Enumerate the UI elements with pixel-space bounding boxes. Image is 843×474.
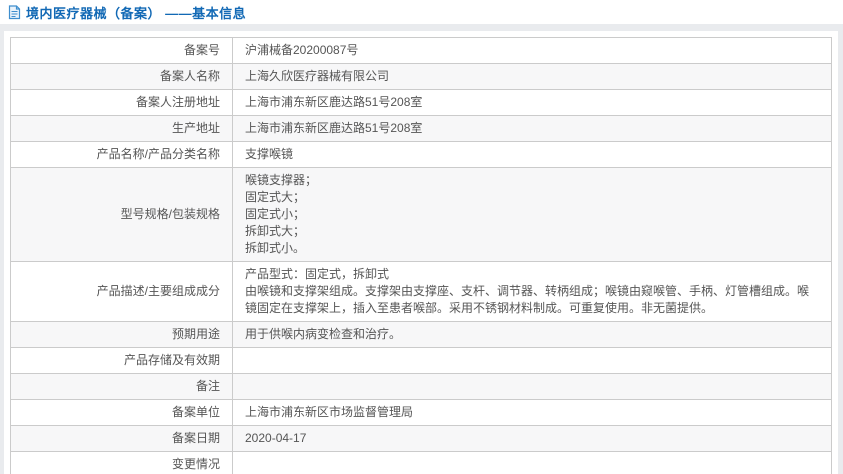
row-label: 型号规格/包装规格 [10, 167, 233, 262]
row-label: 产品描述/主要组成成分 [10, 261, 233, 322]
row-label: 备案号 [10, 37, 233, 64]
row-value: 上海久欣医疗器械有限公司 [232, 63, 832, 90]
row-value: 上海市浦东新区鹿达路51号208室 [232, 115, 832, 142]
row-value [232, 451, 832, 474]
row-value: 上海市浦东新区市场监督管理局 [232, 399, 832, 426]
title-bar: 境内医疗器械（备案） ——基本信息 [0, 0, 843, 24]
row-value [232, 373, 832, 400]
row-value: 用于供喉内病变检查和治疗。 [232, 321, 832, 348]
row-label: 备案单位 [10, 399, 233, 426]
filing-table-body: 备案号 沪浦械备20200087号 备案人名称 上海久欣医疗器械有限公司 备案人注册地址… [10, 37, 832, 474]
row-label: 备案日期 [10, 425, 233, 452]
row-label: 备注 [10, 373, 233, 400]
table-row: 产品存储及有效期 [10, 347, 832, 374]
table-row: 备案日期 2020-04-17 [10, 425, 832, 452]
row-label: 备案人名称 [10, 63, 233, 90]
table-row: 生产地址 上海市浦东新区鹿达路51号208室 [10, 115, 832, 142]
table-row: 产品名称/产品分类名称 支撑喉镜 [10, 141, 832, 168]
row-label: 产品存储及有效期 [10, 347, 233, 374]
filing-info-table: 备案号 沪浦械备20200087号 备案人名称 上海久欣医疗器械有限公司 备案人注册地址… [10, 37, 832, 474]
table-row: 预期用途 用于供喉内病变检查和治疗。 [10, 321, 832, 348]
table-row: 备案人注册地址 上海市浦东新区鹿达路51号208室 [10, 89, 832, 116]
document-icon [8, 5, 21, 20]
row-value: 2020-04-17 [232, 425, 832, 452]
row-label: 备案人注册地址 [10, 89, 233, 116]
row-value: 喉镜支撑器； 固定式大； 固定式小； 拆卸式大； 拆卸式小。 [232, 167, 832, 262]
content-panel: 备案号 沪浦械备20200087号 备案人名称 上海久欣医疗器械有限公司 备案人注册地址… [4, 31, 838, 474]
row-value: 沪浦械备20200087号 [232, 37, 832, 64]
table-row: 备案号 沪浦械备20200087号 [10, 37, 832, 64]
row-label: 预期用途 [10, 321, 233, 348]
page-title: 境内医疗器械（备案） ——基本信息 [26, 6, 247, 21]
row-label: 生产地址 [10, 115, 233, 142]
row-value: 产品型式：固定式，拆卸式 由喉镜和支撑架组成。支撑架由支撑座、支杆、调节器、转柄组… [232, 261, 832, 322]
table-row: 备注 [10, 373, 832, 400]
row-label: 产品名称/产品分类名称 [10, 141, 233, 168]
table-row: 备案单位 上海市浦东新区市场监督管理局 [10, 399, 832, 426]
table-row: 产品描述/主要组成成分 产品型式：固定式，拆卸式 由喉镜和支撑架组成。支撑架由支撑座… [10, 261, 832, 322]
row-value [232, 347, 832, 374]
row-value: 支撑喉镜 [232, 141, 832, 168]
table-row: 变更情况 [10, 451, 832, 474]
row-value: 上海市浦东新区鹿达路51号208室 [232, 89, 832, 116]
table-row: 型号规格/包装规格 喉镜支撑器； 固定式大； 固定式小； 拆卸式大； 拆卸式小。 [10, 167, 832, 262]
table-row: 备案人名称 上海久欣医疗器械有限公司 [10, 63, 832, 90]
row-label: 变更情况 [10, 451, 233, 474]
